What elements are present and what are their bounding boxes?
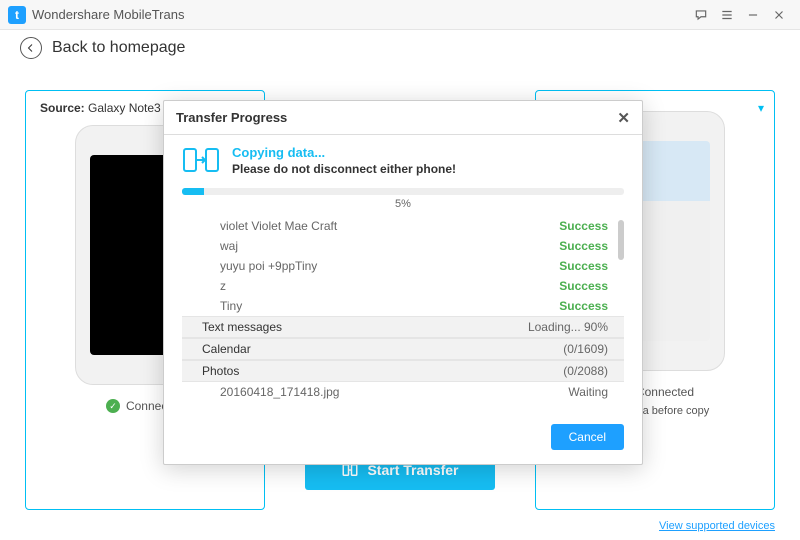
transfer-icon [182, 145, 220, 175]
warning-text: Please do not disconnect either phone! [232, 162, 456, 176]
list-item: yuyu poi +9ppTinySuccess [182, 256, 624, 276]
progress-percent: 5% [182, 198, 624, 210]
dialog-title-bar: Transfer Progress ✕ [164, 101, 642, 135]
category-row: Text messagesLoading... 90% [182, 316, 624, 338]
list-item: TinySuccess [182, 296, 624, 316]
supported-devices-link[interactable]: View supported devices [659, 520, 775, 532]
back-label: Back to homepage [52, 39, 185, 57]
dialog-title: Transfer Progress [176, 110, 287, 125]
close-icon[interactable] [766, 5, 792, 25]
menu-icon[interactable] [714, 5, 740, 25]
category-row: Calendar(0/1609) [182, 338, 624, 360]
back-bar: Back to homepage [0, 30, 800, 66]
list-item: violet Violet Mae CraftSuccess [182, 216, 624, 236]
app-title: Wondershare MobileTrans [32, 7, 184, 22]
app-logo-icon: t [8, 6, 26, 24]
cancel-button[interactable]: Cancel [551, 424, 624, 450]
list-item: 20160418_171418.jpg Waiting [182, 382, 624, 402]
scrollbar-thumb[interactable] [618, 220, 624, 260]
category-row: Photos(0/2088) [182, 360, 624, 382]
transfer-log: violet Violet Mae CraftSuccesswajSuccess… [182, 216, 624, 402]
title-bar: t Wondershare MobileTrans [0, 0, 800, 30]
dialog-close-button[interactable]: ✕ [617, 109, 630, 127]
transfer-progress-dialog: Transfer Progress ✕ Copying data... Plea… [163, 100, 643, 465]
list-item: zSuccess [182, 276, 624, 296]
progress-bar: 5% [182, 188, 624, 210]
minimize-icon[interactable] [740, 5, 766, 25]
list-item: wajSuccess [182, 236, 624, 256]
back-button[interactable] [20, 37, 42, 59]
check-icon: ✓ [106, 399, 120, 413]
chevron-down-icon[interactable]: ▾ [758, 101, 764, 115]
copying-heading: Copying data... [232, 145, 456, 160]
feedback-icon[interactable] [688, 5, 714, 25]
